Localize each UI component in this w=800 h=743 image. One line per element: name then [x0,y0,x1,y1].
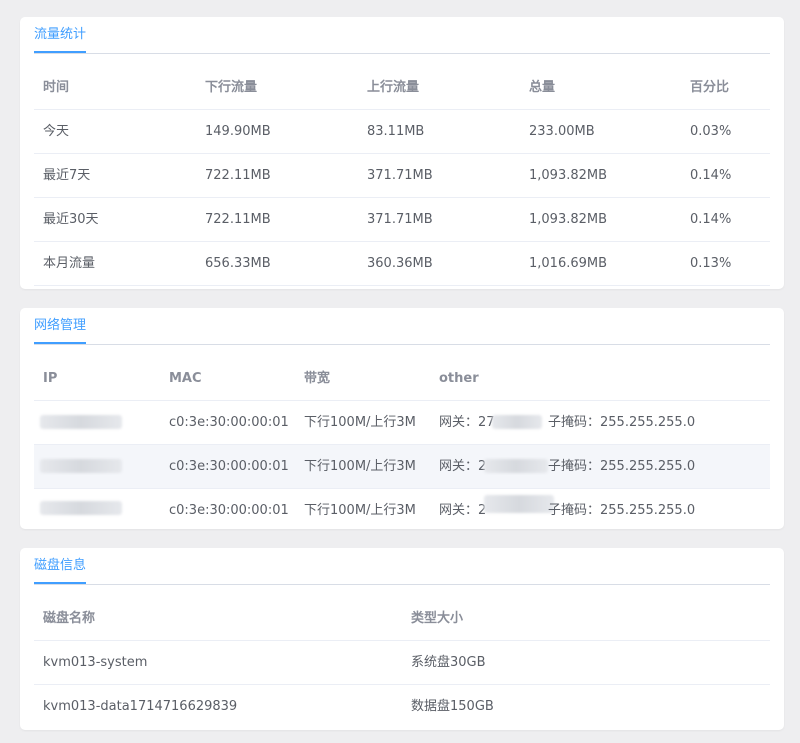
table-row: c0:3e:30:00:00:01 下行100M/上行3M 网关：2 子掩码：2… [34,489,770,532]
time-cell: 最近7天 [43,168,91,183]
card-header: 网络管理 [34,308,770,345]
time-cell: 今天 [43,124,70,139]
total-cell: 1,093.82MB [529,168,608,183]
table-row: kvm013-system 系统盘30GB [34,641,770,685]
up-cell: 371.71MB [367,212,433,227]
disk-tab[interactable]: 磁盘信息 [34,558,87,584]
redacted-ip [40,415,122,429]
column-header-type-size: 类型大小 [411,611,464,626]
percent-cell: 0.03% [690,124,732,139]
bandwidth-cell: 下行100M/上行3M [304,415,416,430]
table-header-row: 磁盘名称 类型大小 [34,597,770,641]
network-table: IP MAC 带宽 other c0:3e:30:00:00:01 下行100M… [34,357,770,532]
card-header: 磁盘信息 [34,548,770,585]
time-cell: 最近30天 [43,212,99,227]
table-header-row: IP MAC 带宽 other [34,357,770,401]
table-header-row: 时间 下行流量 上行流量 总量 百分比 [34,66,770,110]
redacted-gateway [484,459,548,473]
disk-type-cell: 数据盘150GB [411,699,494,714]
bandwidth-cell: 下行100M/上行3M [304,503,416,518]
table-row: kvm013-data1714716629839 数据盘150GB [34,685,770,728]
column-header-percent: 百分比 [690,80,730,95]
gateway-cell: 网关：2 [439,503,487,518]
table-row: 最近7天 722.11MB 371.71MB 1,093.82MB 0.14% [34,154,770,198]
disk-table: 磁盘名称 类型大小 kvm013-system 系统盘30GB kvm013-d… [34,597,770,728]
total-cell: 1,016.69MB [529,256,608,271]
traffic-tab[interactable]: 流量统计 [34,27,87,53]
percent-cell: 0.14% [690,168,732,183]
redacted-ip [40,501,122,515]
column-header-total: 总量 [529,80,556,95]
column-header-ip: IP [43,371,58,386]
bandwidth-cell: 下行100M/上行3M [304,459,416,474]
disk-type-cell: 系统盘30GB [411,655,486,670]
down-cell: 722.11MB [205,168,271,183]
traffic-table: 时间 下行流量 上行流量 总量 百分比 今天 149.90MB 83.11MB … [34,66,770,286]
column-header-down: 下行流量 [205,80,258,95]
table-row: 本月流量 656.33MB 360.36MB 1,016.69MB 0.13% [34,242,770,286]
mac-cell: c0:3e:30:00:00:01 [169,459,289,474]
column-header-disk-name: 磁盘名称 [43,611,96,626]
mask-cell: 子掩码：255.255.255.0 [548,459,696,474]
table-row: 今天 149.90MB 83.11MB 233.00MB 0.03% [34,110,770,154]
disk-card: 磁盘信息 磁盘名称 类型大小 kvm013-system 系统盘30GB kvm… [20,548,784,730]
time-cell: 本月流量 [43,256,96,271]
up-cell: 371.71MB [367,168,433,183]
total-cell: 1,093.82MB [529,212,608,227]
traffic-card: 流量统计 时间 下行流量 上行流量 总量 百分比 今天 149.90MB 83.… [20,17,784,289]
column-header-bandwidth: 带宽 [304,371,331,386]
down-cell: 722.11MB [205,212,271,227]
down-cell: 149.90MB [205,124,271,139]
disk-name-cell: kvm013-system [43,655,148,670]
table-row: 最近30天 722.11MB 371.71MB 1,093.82MB 0.14% [34,198,770,242]
down-cell: 656.33MB [205,256,271,271]
table-row: c0:3e:30:00:00:01 下行100M/上行3M 网关：27 子掩码：… [34,401,770,445]
column-header-mac: MAC [169,371,202,386]
mask-cell: 子掩码：255.255.255.0 [548,503,696,518]
mac-cell: c0:3e:30:00:00:01 [169,415,289,430]
column-header-time: 时间 [43,80,70,95]
disk-name-cell: kvm013-data1714716629839 [43,699,238,714]
column-header-other: other [439,371,479,386]
total-cell: 233.00MB [529,124,595,139]
column-header-up: 上行流量 [367,80,420,95]
redacted-gateway [484,495,554,513]
gateway-cell: 网关：27 [439,415,495,430]
gateway-cell: 网关：2 [439,459,487,474]
network-tab[interactable]: 网络管理 [34,318,87,344]
percent-cell: 0.14% [690,212,732,227]
up-cell: 360.36MB [367,256,433,271]
redacted-ip [40,459,122,473]
mac-cell: c0:3e:30:00:00:01 [169,503,289,518]
up-cell: 83.11MB [367,124,425,139]
network-card: 网络管理 IP MAC 带宽 other c0:3e:30:00:00:01 下… [20,308,784,529]
mask-cell: 子掩码：255.255.255.0 [548,415,696,430]
card-header: 流量统计 [34,17,770,54]
redacted-gateway [492,415,542,429]
table-row[interactable]: c0:3e:30:00:00:01 下行100M/上行3M 网关：2 子掩码：2… [34,445,770,489]
percent-cell: 0.13% [690,256,732,271]
